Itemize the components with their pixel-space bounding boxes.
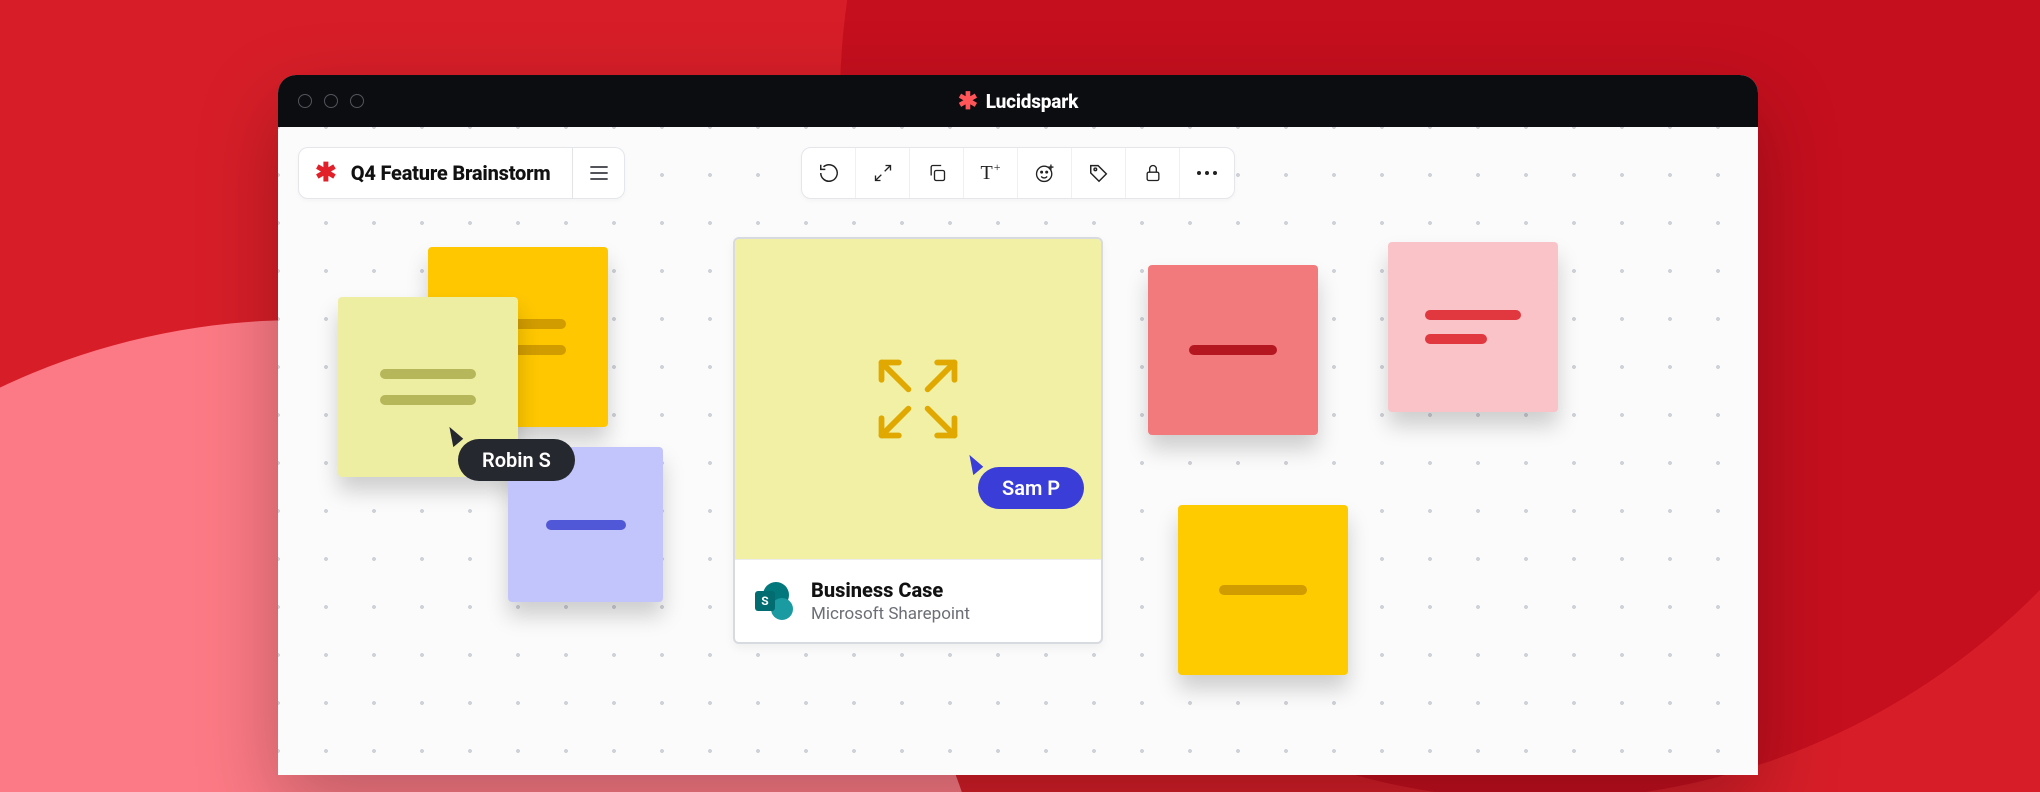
lock-button[interactable] [1126,148,1180,198]
refresh-button[interactable] [802,148,856,198]
expand-button[interactable] [856,148,910,198]
emoji-button[interactable] [1018,148,1072,198]
app-name: Lucidspark [986,90,1078,113]
document-title-button[interactable]: ✱ Q4 Feature Brainstorm [298,147,573,199]
collaborator-label: Robin S [458,439,575,481]
tag-button[interactable] [1072,148,1126,198]
collaborator-cursor-sam: Sam P [978,467,1084,509]
sticky-note[interactable] [1178,505,1348,675]
whiteboard-canvas[interactable]: ✱ Q4 Feature Brainstorm T+ [278,127,1758,775]
embed-preview [735,239,1101,559]
expand-arrows-icon [870,351,966,447]
more-icon [1196,170,1218,176]
document-header: ✱ Q4 Feature Brainstorm [298,147,625,199]
embed-subtitle: Microsoft Sharepoint [811,604,970,624]
copy-icon [927,163,947,183]
window-zoom-button[interactable] [350,94,364,108]
document-title: Q4 Feature Brainstorm [351,161,551,185]
expand-icon [873,163,893,183]
selection-toolbar: T+ [801,147,1235,199]
sticky-note[interactable] [1148,265,1318,435]
refresh-icon [818,162,840,184]
window-minimize-button[interactable] [324,94,338,108]
window-controls [298,94,364,108]
window-titlebar: ✱ Lucidspark [278,75,1758,127]
collaborator-label: Sam P [978,467,1084,509]
tag-icon [1088,162,1110,184]
sticky-note[interactable] [1388,242,1558,412]
embed-title: Business Case [811,578,970,602]
lucidspark-logo-icon: ✱ [958,89,978,113]
embed-meta: S Business Case Microsoft Sharepoint [735,559,1101,642]
embedded-card[interactable]: S Business Case Microsoft Sharepoint [733,237,1103,644]
app-brand: ✱ Lucidspark [958,89,1078,113]
document-menu-button[interactable] [573,147,625,199]
window-close-button[interactable] [298,94,312,108]
hamburger-icon [589,166,609,180]
text-icon: T+ [981,162,1001,185]
text-button[interactable]: T+ [964,148,1018,198]
app-window: ✱ Lucidspark ✱ Q4 Feature Brainstorm [278,75,1758,775]
emoji-icon [1034,162,1056,184]
sharepoint-icon: S [755,582,793,620]
lucidspark-logo-icon: ✱ [315,160,337,186]
copy-button[interactable] [910,148,964,198]
more-button[interactable] [1180,148,1234,198]
collaborator-cursor-robin: Robin S [458,439,575,481]
lock-icon [1143,163,1163,183]
